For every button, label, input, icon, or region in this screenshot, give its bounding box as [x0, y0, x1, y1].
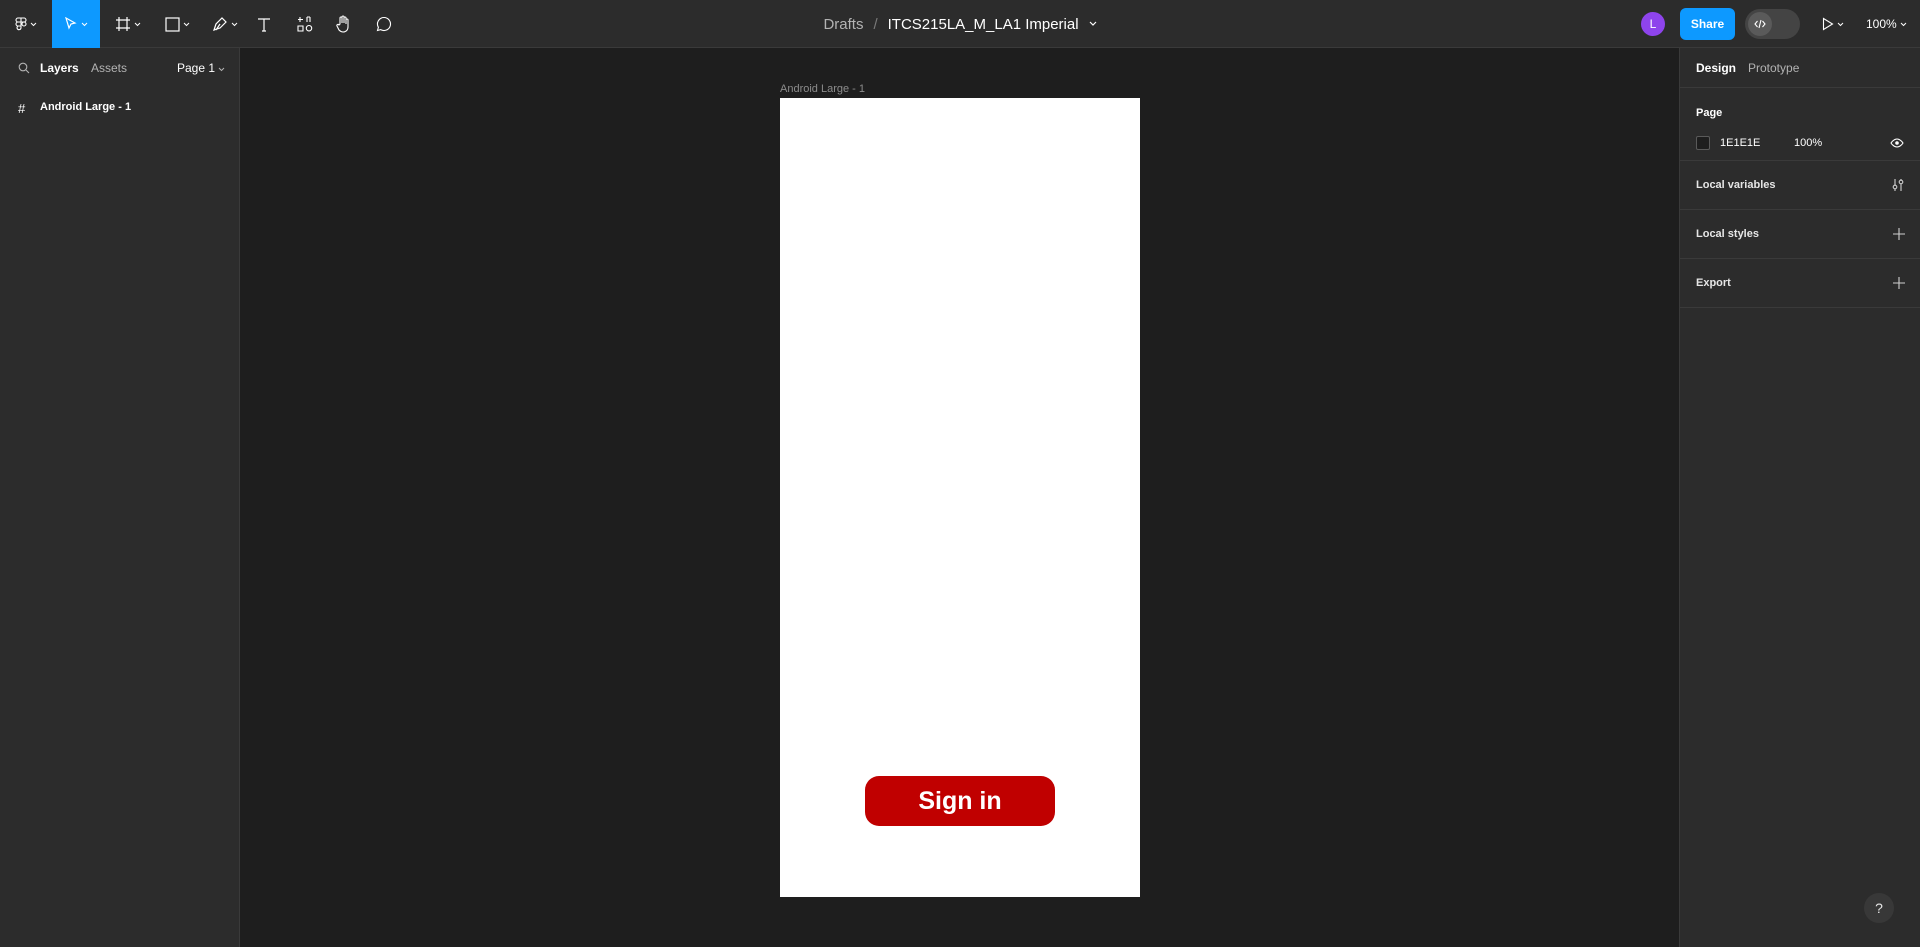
page-color-hex[interactable]: 1E1E1E — [1720, 137, 1760, 149]
eye-icon[interactable] — [1890, 136, 1904, 150]
page-section: Page — [1680, 88, 1920, 161]
export-section[interactable]: Export — [1680, 259, 1920, 308]
chevron-down-icon — [183, 22, 189, 26]
toolbar: Drafts / ITCS215LA_M_LA1 Imperial L Shar… — [0, 0, 1920, 48]
comment-tool-button[interactable] — [372, 0, 396, 48]
dev-mode-toggle[interactable] — [1745, 9, 1800, 39]
shape-tool-button[interactable] — [159, 0, 195, 48]
page-color-swatch[interactable] — [1696, 136, 1710, 150]
figma-logo-icon — [15, 17, 27, 31]
page-selector[interactable]: Page 1 — [177, 61, 225, 75]
breadcrumb-separator: / — [873, 15, 878, 33]
tab-assets[interactable]: Assets — [91, 61, 127, 75]
plus-icon[interactable] — [1893, 277, 1905, 289]
chevron-down-icon[interactable] — [1089, 21, 1097, 27]
local-styles-title: Local styles — [1696, 228, 1759, 240]
main-menu-button[interactable] — [8, 0, 44, 48]
code-icon — [1748, 12, 1772, 36]
share-button[interactable]: Share — [1680, 8, 1735, 40]
present-button[interactable] — [1822, 0, 1844, 48]
file-title-area: Drafts / ITCS215LA_M_LA1 Imperial — [0, 0, 1920, 48]
zoom-control[interactable]: 100% — [1866, 0, 1907, 48]
layer-name: Android Large - 1 — [40, 101, 132, 113]
frame-icon: # — [18, 101, 26, 116]
page-section-title: Page — [1696, 107, 1723, 119]
breadcrumb-drafts[interactable]: Drafts — [823, 16, 863, 33]
layer-row[interactable]: # Android Large - 1 — [0, 96, 240, 120]
local-variables-section[interactable]: Local variables — [1680, 161, 1920, 210]
rectangle-icon — [164, 16, 180, 32]
left-panel-tabs: Layers Assets Page 1 — [0, 48, 239, 88]
text-tool-button[interactable] — [252, 0, 276, 48]
chevron-down-icon — [134, 22, 141, 26]
hand-icon — [336, 15, 349, 33]
file-name[interactable]: ITCS215LA_M_LA1 Imperial — [888, 16, 1079, 33]
resources-tool-button[interactable] — [293, 0, 317, 48]
layers-panel: Layers Assets Page 1 # Android Large - 1 — [0, 48, 240, 947]
right-panel-tabs: Design Prototype — [1680, 48, 1920, 88]
text-icon — [258, 17, 270, 32]
frame-tool-button[interactable] — [110, 0, 146, 48]
hand-tool-button[interactable] — [332, 0, 356, 48]
chevron-down-icon — [81, 22, 88, 26]
tab-design[interactable]: Design — [1696, 61, 1736, 75]
cursor-icon — [65, 17, 77, 30]
search-icon[interactable] — [18, 62, 30, 74]
tab-prototype[interactable]: Prototype — [1748, 61, 1799, 75]
sign-in-button[interactable]: Sign in — [865, 776, 1055, 826]
resources-icon — [297, 16, 313, 32]
pen-icon — [213, 17, 227, 31]
frame-label[interactable]: Android Large - 1 — [780, 83, 865, 95]
chevron-down-icon — [1837, 22, 1844, 26]
properties-panel: Design Prototype Page 1E1E1E 100% Local … — [1679, 48, 1920, 947]
chevron-down-icon — [1900, 22, 1907, 26]
plus-icon[interactable] — [1893, 228, 1905, 240]
android-frame[interactable]: Sign in — [780, 98, 1140, 897]
play-icon — [1822, 17, 1834, 31]
avatar[interactable]: L — [1641, 12, 1665, 36]
variables-settings-icon[interactable] — [1891, 178, 1905, 192]
chevron-down-icon — [219, 67, 225, 72]
help-button[interactable]: ? — [1864, 893, 1894, 923]
frame-icon — [116, 17, 130, 31]
move-tool-button[interactable] — [52, 0, 100, 48]
canvas[interactable]: Android Large - 1 Sign in — [241, 48, 1679, 947]
tab-layers[interactable]: Layers — [40, 61, 79, 75]
local-variables-title: Local variables — [1696, 179, 1776, 191]
zoom-label: 100% — [1866, 17, 1897, 31]
local-styles-section[interactable]: Local styles — [1680, 210, 1920, 259]
page-selector-label: Page 1 — [177, 61, 216, 75]
export-title: Export — [1696, 277, 1731, 289]
comment-icon — [376, 16, 392, 32]
chevron-down-icon — [231, 22, 238, 26]
page-opacity[interactable]: 100% — [1794, 137, 1822, 149]
chevron-down-icon — [30, 22, 37, 26]
pen-tool-button[interactable] — [207, 0, 243, 48]
